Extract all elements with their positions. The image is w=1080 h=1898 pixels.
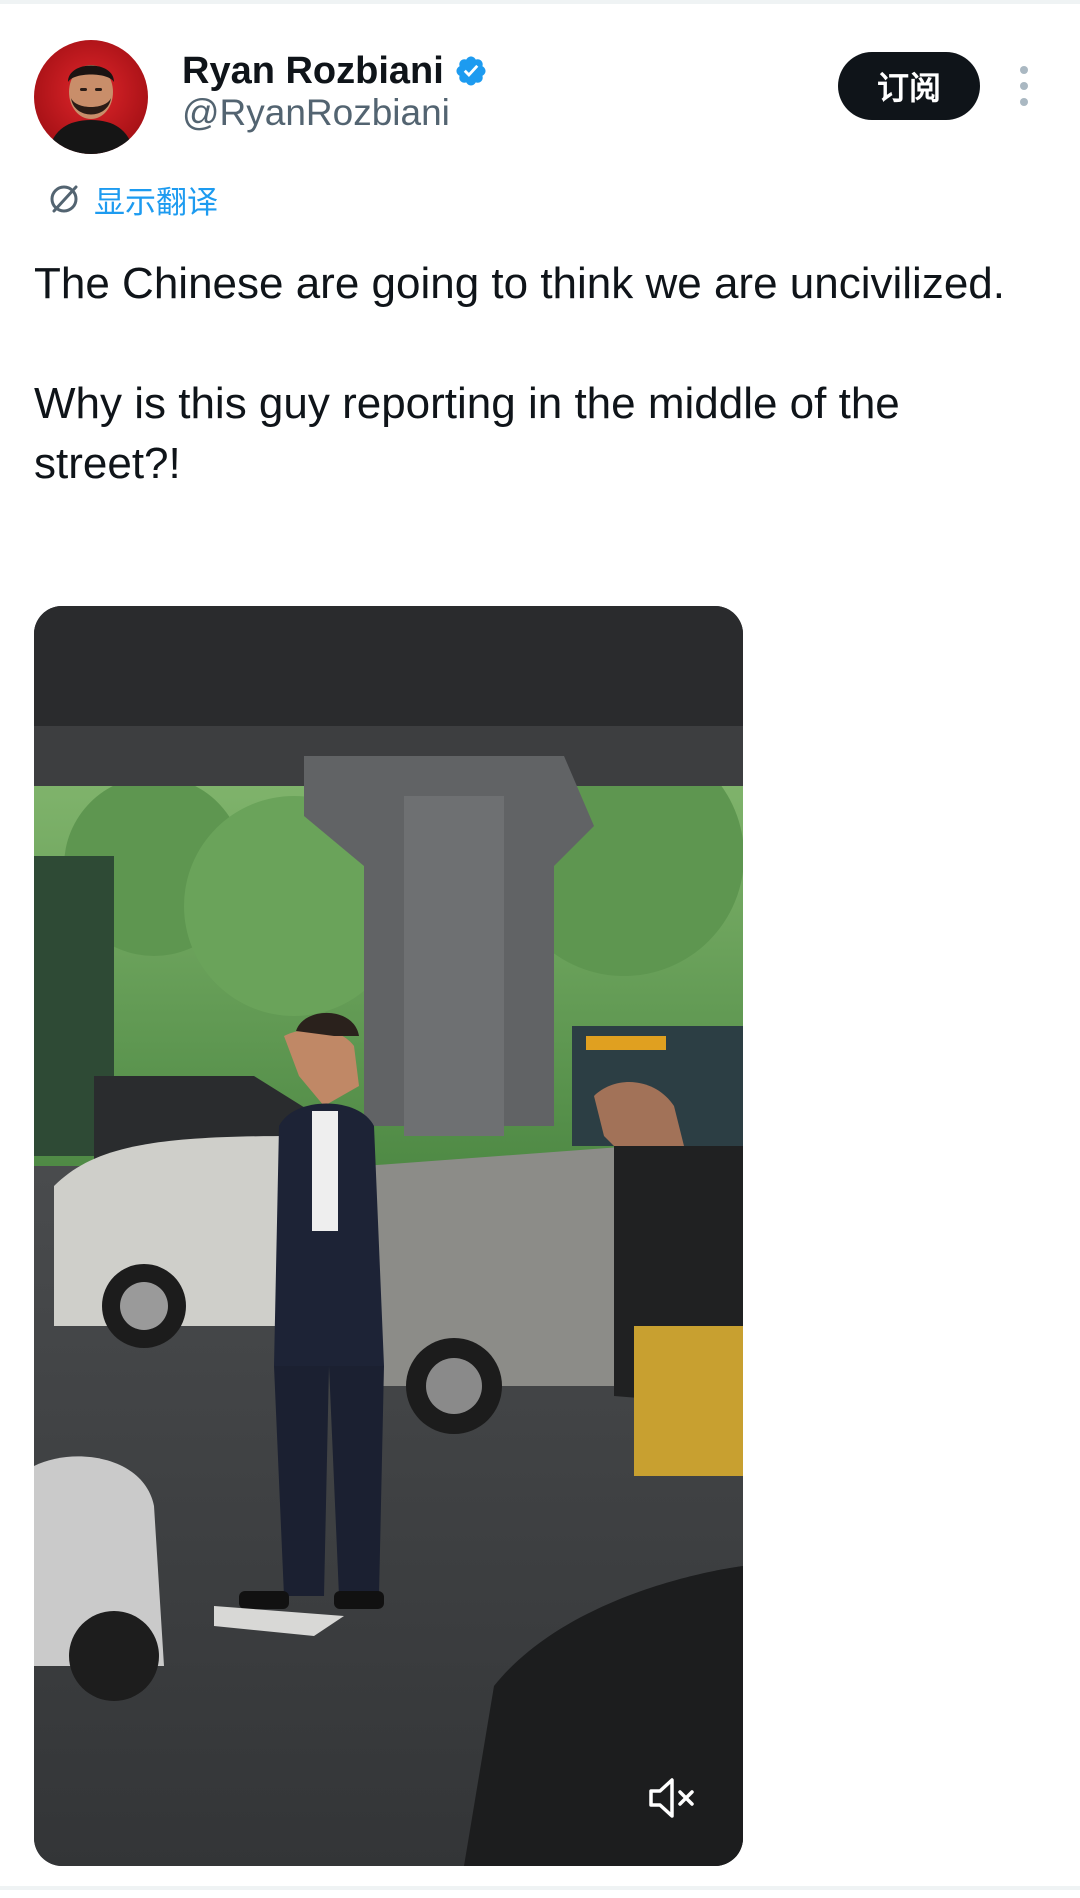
- show-translation-label: 显示翻译: [94, 184, 218, 221]
- translate-icon: [50, 185, 78, 213]
- post-text-paragraph: The Chinese are going to think we are un…: [34, 259, 1005, 308]
- author-display-name[interactable]: Ryan Rozbiani: [182, 50, 444, 93]
- post-text-paragraph: Why is this guy reporting in the middle …: [34, 379, 900, 488]
- avatar[interactable]: [34, 40, 148, 154]
- volume-muted-icon: [649, 1778, 694, 1818]
- subscribe-button[interactable]: 订阅: [838, 52, 980, 120]
- post-text: The Chinese are going to think we are un…: [34, 254, 1044, 494]
- show-translation-link[interactable]: 显示翻译: [46, 176, 218, 222]
- top-divider: [0, 0, 1080, 4]
- avatar-image: [34, 40, 148, 154]
- video-frame: [34, 606, 743, 1866]
- author-handle[interactable]: @RyanRozbiani: [182, 92, 450, 134]
- more-options-button[interactable]: [1006, 56, 1042, 116]
- mute-toggle-button[interactable]: [645, 1774, 699, 1822]
- verified-badge-icon: [456, 56, 486, 86]
- bottom-divider: [0, 1886, 1080, 1890]
- author-name-row[interactable]: Ryan Rozbiani: [182, 48, 488, 94]
- video-player[interactable]: [34, 606, 743, 1866]
- more-vertical-icon: [1020, 66, 1028, 106]
